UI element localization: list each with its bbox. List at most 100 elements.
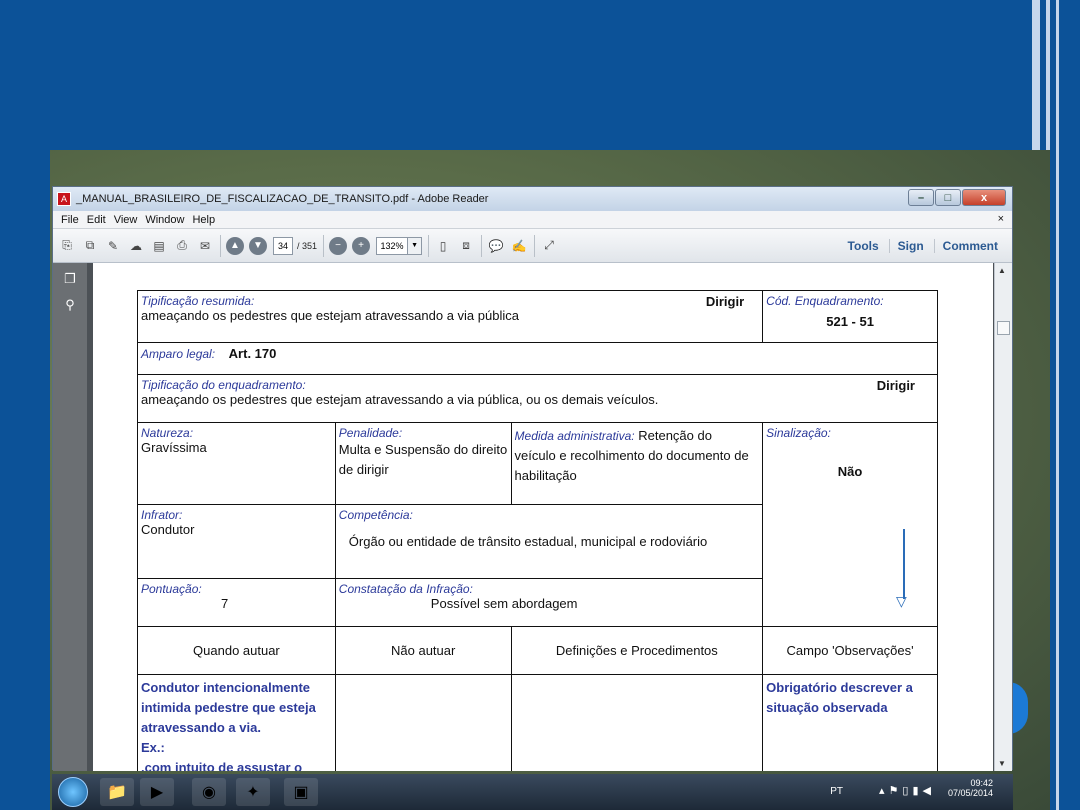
window-title: _MANUAL_BRASILEIRO_DE_FISCALIZACAO_DE_TR… (76, 193, 489, 205)
email-icon[interactable]: ✉ (196, 237, 214, 255)
close-button[interactable]: x (962, 189, 1006, 206)
taskbar: 📁 ▶ ◉ ✦ ▣ PT ▴⚑▯▮◀ 09:42 07/05/2014 (52, 774, 1013, 810)
page-total: / 351 (297, 240, 318, 251)
adobe-reader-window: A _MANUAL_BRASILEIRO_DE_FISCALIZACAO_DE_… (52, 186, 1013, 771)
adobe-reader-taskbar-icon[interactable]: ✦ (236, 778, 270, 806)
arrowhead-icon: ▽ (896, 593, 907, 609)
scroll-up-icon[interactable]: ▲ (998, 266, 1006, 275)
value: Órgão ou entidade de trânsito estadual, … (348, 534, 708, 549)
competencia-cell: Competência: Órgão ou entidade de trânsi… (334, 504, 764, 579)
infrator-cell: Infrator: Condutor (137, 504, 336, 579)
cod-enquadramento-cell: Cód. Enquadramento: 521 - 51 (762, 290, 938, 343)
pages-icon[interactable]: ❐ (62, 271, 78, 289)
sinalizacao-cell: Sinalização: Não (762, 422, 938, 627)
menu-window[interactable]: Window (145, 214, 184, 226)
menu-view[interactable]: View (114, 214, 138, 226)
value: 521 - 51 (826, 314, 874, 329)
convert-pdf-icon[interactable]: ⧉ (81, 237, 99, 255)
value: ameaçando os pedestres que estejam atrav… (141, 392, 659, 407)
label: Penalidade: (338, 426, 403, 440)
attachment-icon[interactable]: ⚲ (62, 297, 78, 315)
media-player-icon[interactable]: ▶ (140, 778, 174, 806)
scrollbar-thumb[interactable] (997, 321, 1010, 335)
next-page-icon[interactable]: ▼ (249, 236, 267, 255)
observacoes-cell: Obrigatório descrever a situação observa… (762, 674, 938, 771)
toolbar-separator (481, 234, 483, 257)
column-header: Campo 'Observações' (762, 626, 938, 675)
language-indicator[interactable]: PT (830, 786, 843, 797)
verb: Dirigir (705, 294, 745, 309)
zoom-out-icon[interactable]: − (329, 236, 348, 255)
powerpoint-icon[interactable]: ▣ (284, 778, 318, 806)
label: Sinalização: (766, 426, 831, 440)
tools-button[interactable]: Tools (840, 239, 879, 253)
highlight-icon[interactable]: ✍ (510, 237, 528, 255)
example-label: Ex.: (141, 740, 165, 755)
value: 7 (221, 596, 229, 611)
label: Competência: (338, 508, 413, 522)
start-button[interactable] (58, 777, 88, 807)
tray-icons[interactable]: ▴⚑▯▮◀ (879, 784, 935, 797)
fit-page-icon[interactable]: ▯ (434, 237, 452, 255)
scrolling-mode-icon[interactable]: ⧈ (457, 237, 475, 255)
create-pdf-icon[interactable]: ⎘ (58, 237, 76, 255)
menu-bar: File Edit View Window Help × (53, 211, 1012, 229)
natureza-cell: Natureza: Gravíssima (137, 422, 336, 505)
pontuacao-cell: Pontuação: 7 (137, 578, 336, 627)
verb: Dirigir (876, 378, 915, 393)
print-icon[interactable]: ⎙ (173, 237, 191, 255)
nao-autuar-cell (334, 674, 512, 771)
close-document-button[interactable]: × (998, 213, 1004, 225)
toolbar-separator (428, 234, 430, 257)
maximize-button[interactable]: □ (935, 189, 961, 206)
infraction-table: Tipificação resumida: Dirigir ameaçando … (136, 290, 938, 771)
zoom-in-icon[interactable]: + (352, 236, 371, 255)
label: Pontuação: (141, 582, 202, 596)
cloud-upload-icon[interactable]: ☁ (127, 237, 145, 255)
minimize-button[interactable]: – (908, 189, 934, 206)
tipificacao-resumida-cell: Tipificação resumida: Dirigir ameaçando … (136, 290, 764, 343)
label: Tipificação resumida: (141, 294, 255, 308)
zoom-input[interactable]: 132% (376, 236, 409, 255)
label: Infrator: (141, 508, 183, 522)
scroll-down-icon[interactable]: ▼ (998, 759, 1006, 768)
document-area[interactable]: Tipificação resumida: Dirigir ameaçando … (87, 263, 995, 771)
value: Gravíssima (141, 440, 207, 455)
page-number-input[interactable]: 34 (273, 236, 293, 255)
definicoes-cell (510, 674, 764, 771)
file-explorer-icon[interactable]: 📁 (100, 778, 134, 806)
menu-help[interactable]: Help (192, 214, 215, 226)
clock[interactable]: 09:42 07/05/2014 (948, 778, 993, 798)
slide-border (1056, 0, 1059, 810)
pdf-page: Tipificação resumida: Dirigir ameaçando … (93, 263, 993, 771)
chevron-down-icon[interactable]: ▼ (408, 236, 423, 255)
vertical-scrollbar[interactable]: ▲ ▼ (994, 263, 1012, 771)
menu-file[interactable]: File (61, 214, 79, 226)
save-icon[interactable]: ▤ (150, 237, 168, 255)
label: Tipificação do enquadramento: (141, 378, 306, 392)
comment-button[interactable]: Comment (933, 239, 998, 253)
navigation-panel: ❐ ⚲ (53, 263, 87, 771)
title-bar[interactable]: A _MANUAL_BRASILEIRO_DE_FISCALIZACAO_DE_… (53, 187, 1012, 211)
value: Retenção do (638, 428, 712, 443)
toolbar-separator (220, 234, 221, 257)
amparo-legal-cell: Amparo legal: Art. 170 (137, 342, 938, 375)
toolbar-separator (323, 234, 325, 257)
fullscreen-icon[interactable]: ⤢ (540, 237, 558, 255)
toolbar: ⎘ ⧉ ✎ ☁ ▤ ⎙ ✉ ▲ ▼ 34 / 351 − + 132% ▼ ▯ … (53, 229, 1012, 263)
value: veículo e recolhimento do documento de h… (514, 448, 749, 483)
value: Obrigatório descrever a situação observa… (766, 680, 913, 715)
medida-administrativa-cell: Medida administrativa: Retenção do veícu… (510, 422, 764, 505)
label: Cód. Enquadramento: (766, 294, 884, 308)
previous-page-icon[interactable]: ▲ (226, 236, 244, 255)
menu-edit[interactable]: Edit (87, 214, 106, 226)
value: Possível sem abordagem (430, 596, 578, 611)
value: Condutor (141, 522, 195, 537)
edit-icon[interactable]: ✎ (104, 237, 122, 255)
sign-button[interactable]: Sign (888, 239, 924, 253)
value: Art. 170 (228, 346, 277, 361)
comment-icon[interactable]: 💬 (487, 237, 505, 255)
adobe-reader-icon: A (57, 192, 71, 206)
chrome-icon[interactable]: ◉ (192, 778, 226, 806)
penalidade-cell: Penalidade: Multa e Suspensão do direito… (334, 422, 512, 505)
